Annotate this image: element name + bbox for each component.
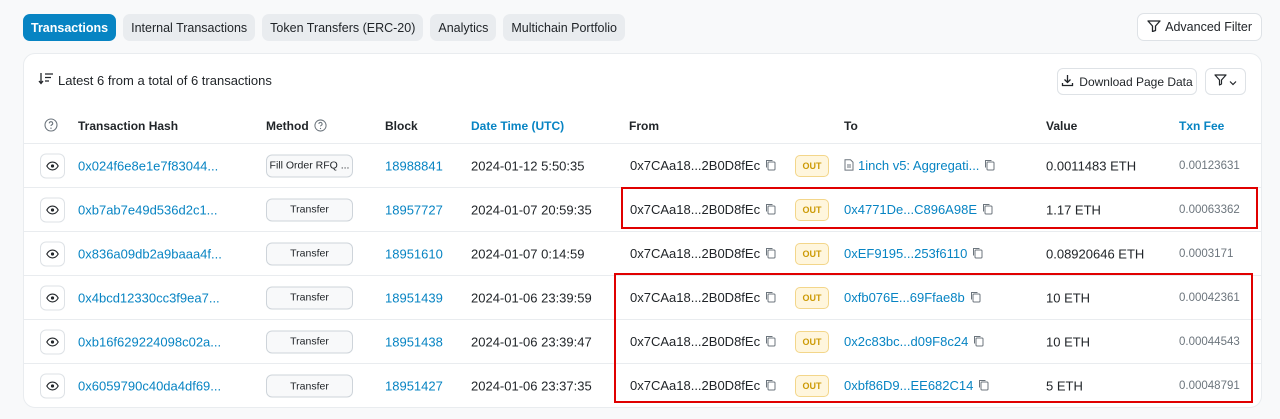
block-link[interactable]: 18951427 xyxy=(385,379,443,394)
txn-fee-text: 0.00123631 xyxy=(1179,159,1240,172)
block-link[interactable]: 18957727 xyxy=(385,202,443,217)
column-filter-button[interactable] xyxy=(1205,68,1246,95)
to-address: 1inch v5: Aggregati... xyxy=(844,157,995,173)
datetime-text: 2024-01-07 20:59:35 xyxy=(471,202,592,217)
direction-badge: OUT xyxy=(795,242,829,265)
highlight-box xyxy=(614,273,1253,403)
eye-icon xyxy=(46,381,59,391)
summary-text: Latest 6 from a total of 6 transactions xyxy=(58,72,272,88)
tx-hash-link[interactable]: 0xb16f629224098c02a... xyxy=(78,334,221,349)
advanced-filter-button[interactable]: Advanced Filter xyxy=(1137,13,1262,41)
datetime-text: 2024-01-06 23:37:35 xyxy=(471,378,592,394)
from-address-text: 0x7CAa18...2B0D8fEc xyxy=(630,157,761,173)
eye-icon xyxy=(46,161,59,170)
tab-bar: Transactions Internal Transactions Token… xyxy=(23,14,625,41)
advanced-filter-label: Advanced Filter xyxy=(1165,20,1252,34)
eye-icon xyxy=(46,205,59,214)
tx-hash-link[interactable]: 0xb7ab7e49d536d2c1... xyxy=(78,202,218,217)
eye-icon xyxy=(46,337,59,346)
tx-hash-link[interactable]: 0x024f6e8e1e7f83044... xyxy=(78,158,218,173)
view-details-button[interactable] xyxy=(40,285,65,310)
contract-icon xyxy=(844,158,854,174)
download-page-data-button[interactable]: Download Page Data xyxy=(1057,68,1197,95)
method-badge: Transfer xyxy=(266,242,353,265)
to-address-link[interactable]: 1inch v5: Aggregati... xyxy=(858,157,979,172)
col-hash: Transaction Hash xyxy=(78,119,179,133)
view-details-button[interactable] xyxy=(40,153,65,178)
txn-fee-text: 0.0003171 xyxy=(1179,247,1234,260)
tab-multichain-portfolio[interactable]: Multichain Portfolio xyxy=(503,14,625,41)
transactions-summary: Latest 6 from a total of 6 transactions xyxy=(38,72,272,88)
method-badge: Transfer xyxy=(266,374,353,398)
method-badge: Fill Order RFQ ... xyxy=(266,154,353,177)
to-address: 0xEF9195...253f6110 xyxy=(844,245,983,261)
block-link[interactable]: 18951438 xyxy=(385,334,443,349)
tab-analytics[interactable]: Analytics xyxy=(430,14,497,41)
filter-icon xyxy=(1147,19,1161,35)
value-text: 0.08920646 ETH xyxy=(1046,246,1145,261)
help-icon[interactable] xyxy=(44,118,58,135)
copy-icon[interactable] xyxy=(765,247,776,262)
col-block: Block xyxy=(385,119,418,133)
eye-icon xyxy=(46,249,59,258)
datetime-text: 2024-01-12 5:50:35 xyxy=(471,158,585,173)
block-link[interactable]: 18988841 xyxy=(385,158,443,173)
value-text: 0.0011483 ETH xyxy=(1046,158,1137,173)
col-fee[interactable]: Txn Fee xyxy=(1179,119,1224,133)
datetime-text: 2024-01-07 0:14:59 xyxy=(471,246,585,261)
view-details-button[interactable] xyxy=(40,197,65,222)
highlight-box xyxy=(621,187,1258,229)
download-icon xyxy=(1061,74,1074,90)
download-label: Download Page Data xyxy=(1079,74,1193,89)
tx-hash-link[interactable]: 0x4bcd12330cc3f9ea7... xyxy=(78,290,220,305)
method-badge: Transfer xyxy=(266,198,353,221)
copy-icon[interactable] xyxy=(984,159,995,174)
tx-hash-link[interactable]: 0x836a09db2a9baaa4f... xyxy=(78,246,222,261)
block-link[interactable]: 18951610 xyxy=(385,246,443,261)
filter-icon xyxy=(1214,73,1227,91)
eye-icon xyxy=(46,293,59,302)
tab-internal-transactions[interactable]: Internal Transactions xyxy=(123,14,256,41)
chevron-down-icon xyxy=(1229,73,1237,91)
table-row: 0x836a09db2a9baaa4f... Transfer 18951610… xyxy=(24,232,1261,276)
tx-hash-link[interactable]: 0x6059790c40da4df69... xyxy=(78,379,221,394)
direction-badge: OUT xyxy=(795,154,829,177)
view-details-button[interactable] xyxy=(40,241,65,266)
copy-icon[interactable] xyxy=(765,159,776,174)
view-details-button[interactable] xyxy=(40,373,65,399)
table-row: 0x024f6e8e1e7f83044... Fill Order RFQ ..… xyxy=(24,144,1261,188)
to-address-link[interactable]: 0xEF9195...253f6110 xyxy=(844,245,967,260)
method-help-icon xyxy=(314,119,327,132)
from-address: 0x7CAa18...2B0D8fEc xyxy=(630,245,776,261)
datetime-text: 2024-01-06 23:39:59 xyxy=(471,290,592,305)
copy-icon[interactable] xyxy=(972,247,983,262)
from-address-text: 0x7CAa18...2B0D8fEc xyxy=(630,245,761,261)
method-badge: Transfer xyxy=(266,286,353,309)
view-details-button[interactable] xyxy=(40,329,65,354)
datetime-text: 2024-01-06 23:39:47 xyxy=(471,334,592,349)
tab-transactions[interactable]: Transactions xyxy=(23,14,117,41)
col-datetime[interactable]: Date Time (UTC) xyxy=(471,119,564,133)
col-method: Method xyxy=(266,119,327,133)
from-address: 0x7CAa18...2B0D8fEc xyxy=(630,157,776,173)
block-link[interactable]: 18951439 xyxy=(385,290,443,305)
tab-token-transfers[interactable]: Token Transfers (ERC-20) xyxy=(262,14,424,41)
table-header: Transaction Hash Method Block Date Time … xyxy=(24,110,1261,144)
col-from: From xyxy=(629,119,659,133)
sort-icon xyxy=(38,72,54,88)
col-to: To xyxy=(844,119,858,133)
method-badge: Transfer xyxy=(266,330,353,353)
col-value: Value xyxy=(1046,119,1078,133)
